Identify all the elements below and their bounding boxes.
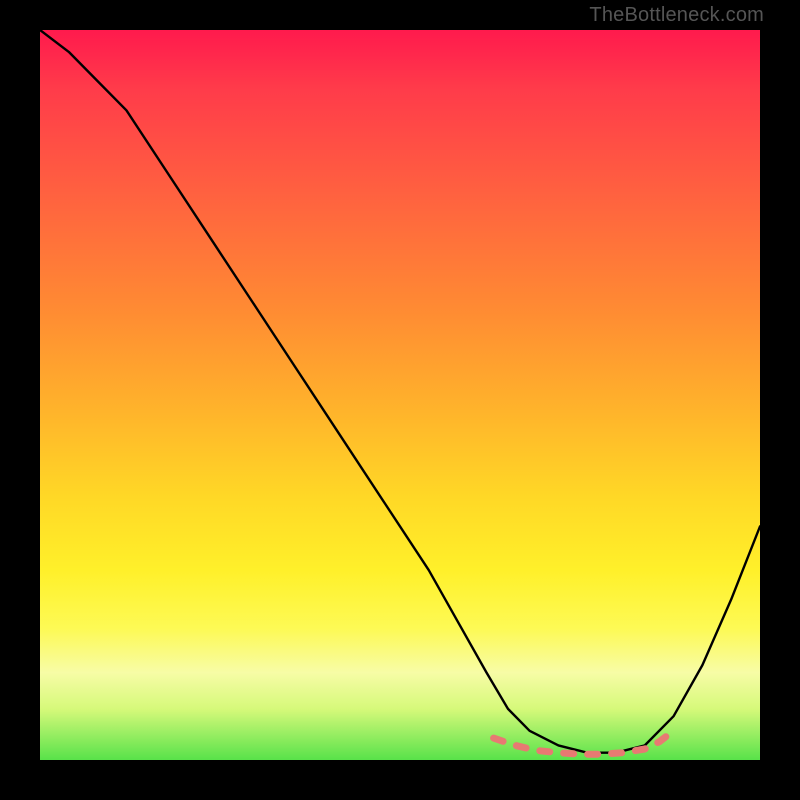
chart-frame: TheBottleneck.com — [0, 0, 800, 800]
watermark-label: TheBottleneck.com — [589, 4, 764, 27]
gradient-plot-background — [40, 30, 760, 760]
